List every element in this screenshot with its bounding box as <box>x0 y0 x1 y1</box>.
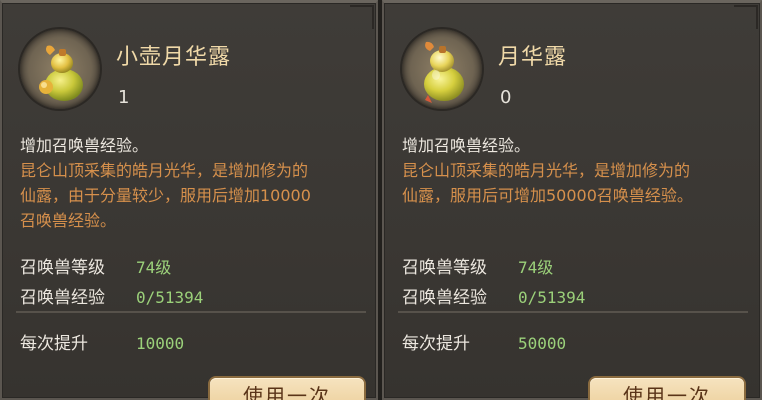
pet-exp-row: 召唤兽经验 0/51394 <box>20 283 203 308</box>
item-name: 小壶月华露 <box>116 45 232 70</box>
item-count: 0 <box>500 87 512 108</box>
stat-label: 每次提升 <box>402 334 470 354</box>
stat-value: 10000 <box>136 334 185 353</box>
item-card-left: 小壶月华露 1 增加召唤兽经验。 昆仑山顶采集的皓月光华，是增加修为的 仙露，由… <box>0 0 378 400</box>
pet-level-row: 召唤兽等级 74级 <box>20 253 171 278</box>
description-head: 增加召唤兽经验。 <box>20 136 149 155</box>
stat-value: 0/51394 <box>136 288 204 307</box>
pet-exp-row: 召唤兽经验 0/51394 <box>402 283 585 308</box>
description-line: 召唤兽经验。 <box>20 211 117 230</box>
use-once-button[interactable]: 使用一次 <box>210 378 364 400</box>
panel-corner-ornament <box>734 5 758 29</box>
item-use-screen: 小壶月华露 1 增加召唤兽经验。 昆仑山顶采集的皓月光华，是增加修为的 仙露，由… <box>0 0 762 400</box>
divider <box>398 311 748 313</box>
description-line: 仙露，服用后可增加50000召唤兽经验。 <box>402 186 693 205</box>
stat-label: 召唤兽经验 <box>402 288 487 308</box>
stat-value: 50000 <box>518 334 567 353</box>
stat-label: 召唤兽经验 <box>20 288 105 308</box>
gain-per-use-row: 每次提升 50000 <box>402 329 566 354</box>
stat-value: 74级 <box>518 258 554 277</box>
item-icon-frame <box>402 29 482 109</box>
stat-label: 每次提升 <box>20 334 88 354</box>
stat-label: 召唤兽等级 <box>20 258 105 278</box>
gain-per-use-row: 每次提升 10000 <box>20 329 184 354</box>
pet-level-row: 召唤兽等级 74级 <box>402 253 553 278</box>
panel-corner-ornament <box>350 5 374 29</box>
item-icon-frame <box>20 29 100 109</box>
stat-value: 0/51394 <box>518 288 586 307</box>
description-line: 昆仑山顶采集的皓月光华，是增加修为的 <box>402 161 691 180</box>
item-name: 月华露 <box>498 45 568 70</box>
item-description: 增加召唤兽经验。 昆仑山顶采集的皓月光华，是增加修为的 仙露，由于分量较少，服用… <box>20 133 372 233</box>
item-description: 增加召唤兽经验。 昆仑山顶采集的皓月光华，是增加修为的 仙露，服用后可增加500… <box>402 133 754 208</box>
description-line: 仙露，由于分量较少，服用后增加10000 <box>20 186 311 205</box>
description-line: 昆仑山顶采集的皓月光华，是增加修为的 <box>20 161 309 180</box>
divider <box>16 311 366 313</box>
description-head: 增加召唤兽经验。 <box>402 136 531 155</box>
gourd-potion-icon <box>424 41 464 103</box>
item-card-right: 月华露 0 增加召唤兽经验。 昆仑山顶采集的皓月光华，是增加修为的 仙露，服用后… <box>382 0 762 400</box>
use-once-button[interactable]: 使用一次 <box>590 378 744 400</box>
stat-label: 召唤兽等级 <box>402 258 487 278</box>
gourd-potion-icon <box>39 45 83 101</box>
stat-value: 74级 <box>136 258 172 277</box>
item-count: 1 <box>118 87 130 108</box>
